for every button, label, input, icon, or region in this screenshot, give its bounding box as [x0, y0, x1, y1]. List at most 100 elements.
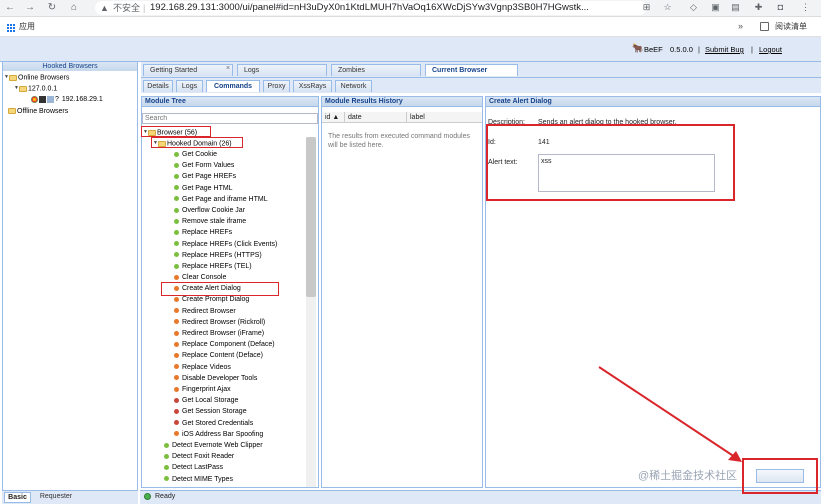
- module-label: Get Cookie: [182, 151, 218, 158]
- back-icon[interactable]: ←: [4, 2, 16, 14]
- highlight-browser-node: [141, 126, 211, 137]
- module-item[interactable]: Get Stored Credentials: [174, 419, 310, 430]
- module-label: Replace Content (Deface): [182, 352, 263, 360]
- module-item[interactable]: Redirect Browser (Rickroll): [174, 318, 310, 329]
- tab-basic[interactable]: Basic: [4, 492, 31, 503]
- forward-icon[interactable]: →: [24, 2, 36, 14]
- module-item[interactable]: Replace HREFs: [174, 228, 310, 239]
- module-label: Detect LastPass: [172, 464, 223, 472]
- module-item[interactable]: Replace HREFs (Click Events): [174, 240, 310, 251]
- column-date[interactable]: date: [348, 113, 362, 122]
- star-icon[interactable]: ☆: [662, 2, 673, 13]
- module-status-icon: [164, 442, 169, 448]
- module-label: Redirect Browser (Rickroll): [182, 318, 266, 326]
- module-item[interactable]: Replace Videos: [174, 363, 310, 374]
- tab-proxy[interactable]: Proxy: [263, 80, 290, 92]
- extension-icon[interactable]: ◇: [688, 2, 699, 13]
- module-label: Replace Component (Deface): [182, 341, 275, 349]
- tab-getting-started[interactable]: Getting Started: [143, 64, 233, 76]
- tab-current-browser[interactable]: Current Browser: [425, 64, 518, 76]
- module-label: Detect MIME Types: [172, 475, 233, 483]
- bookmarks-more-icon[interactable]: »: [738, 21, 743, 31]
- module-label: Fingerprint Ajax: [182, 385, 231, 393]
- column-id[interactable]: id ▲: [325, 113, 339, 122]
- folder-icon: [8, 108, 16, 115]
- tab-details[interactable]: Details: [143, 80, 173, 92]
- module-label: Replace HREFs (HTTPS): [182, 251, 262, 259]
- highlight-execute-button: [742, 458, 818, 494]
- tab-zombies[interactable]: Zombies: [331, 64, 421, 76]
- module-label: Overflow Cookie Jar: [182, 206, 246, 214]
- offline-browsers-node[interactable]: Offline Browsers: [8, 107, 68, 116]
- home-icon[interactable]: ⌂: [68, 2, 80, 14]
- module-label: Replace Videos: [182, 363, 231, 371]
- logout-link[interactable]: Logout: [759, 45, 782, 54]
- module-item[interactable]: Redirect Browser: [174, 307, 310, 318]
- module-item[interactable]: Get Cookie: [174, 150, 310, 161]
- security-label: 不安全: [113, 3, 141, 13]
- menu-icon[interactable]: ⋮: [800, 2, 811, 13]
- apps-icon[interactable]: [6, 23, 15, 32]
- translate-icon[interactable]: ⊞: [641, 2, 652, 13]
- host-node[interactable]: ▼ 127.0.0.1: [14, 84, 57, 93]
- module-status-icon: [174, 218, 179, 224]
- module-item[interactable]: Detect Foxit Reader: [164, 452, 304, 463]
- host-ip-label: 127.0.0.1: [28, 85, 58, 93]
- module-item[interactable]: Replace HREFs (HTTPS): [174, 251, 310, 262]
- online-browsers-node[interactable]: ▼ Online Browsers: [4, 73, 69, 82]
- column-label[interactable]: label: [410, 113, 425, 122]
- module-item[interactable]: Overflow Cookie Jar: [174, 206, 310, 217]
- tab-logs-sub[interactable]: Logs: [176, 80, 203, 92]
- puzzle-icon[interactable]: ✚: [753, 2, 764, 13]
- module-status-icon: [174, 252, 179, 258]
- module-item[interactable]: Get Page HTML: [174, 184, 310, 195]
- tab-search-icon[interactable]: ▣: [710, 2, 721, 13]
- module-item[interactable]: Replace HREFs (TEL): [174, 262, 310, 273]
- module-item[interactable]: Get Page HREFs: [174, 172, 310, 183]
- module-item[interactable]: Remove stale iframe: [174, 217, 310, 228]
- module-label: Redirect Browser: [182, 307, 236, 315]
- tab-logs[interactable]: Logs: [237, 64, 327, 76]
- module-search-input[interactable]: [142, 113, 318, 124]
- module-item[interactable]: Detect LastPass: [164, 463, 304, 474]
- tab-commands[interactable]: Commands: [206, 80, 260, 92]
- module-item[interactable]: Fingerprint Ajax: [174, 385, 310, 396]
- module-status-icon: [174, 386, 179, 392]
- tab-network[interactable]: Network: [335, 80, 372, 92]
- screenshot-icon[interactable]: ▤: [730, 2, 741, 13]
- module-label: Get Local Storage: [182, 397, 239, 405]
- apps-label[interactable]: 应用: [19, 22, 35, 32]
- tab-requester[interactable]: Requester: [34, 492, 78, 503]
- module-status-icon: [174, 420, 179, 426]
- tree-scroll-thumb[interactable]: [306, 137, 316, 297]
- module-item[interactable]: Get Form Values: [174, 161, 310, 172]
- module-item[interactable]: Detect MIME Types: [164, 475, 304, 486]
- module-item[interactable]: Get Page and iframe HTML: [174, 195, 310, 206]
- module-item[interactable]: iOS Address Bar Spoofing: [174, 430, 310, 441]
- url-text[interactable]: 192.168.29.131:3000/ui/panel#id=nH3uDyX0…: [150, 2, 630, 14]
- reading-list-icon[interactable]: [760, 22, 769, 31]
- module-item[interactable]: Disable Developer Tools: [174, 374, 310, 385]
- hooked-browser-item[interactable]: ? 192.168.29.1: [31, 95, 104, 104]
- module-item[interactable]: Get Session Storage: [174, 407, 310, 418]
- module-item[interactable]: Get Local Storage: [174, 396, 310, 407]
- module-item[interactable]: Create Prompt Dialog: [174, 295, 310, 306]
- module-item[interactable]: Replace Component (Deface): [174, 340, 310, 351]
- column-id-label: id: [325, 114, 331, 121]
- profile-icon[interactable]: ◘: [775, 2, 786, 13]
- module-status-icon: [164, 465, 169, 471]
- module-status-icon: [174, 151, 179, 157]
- reload-icon[interactable]: ↻: [46, 2, 58, 14]
- tab-close-icon[interactable]: ×: [226, 65, 230, 72]
- tab-xssrays[interactable]: XssRays: [293, 80, 332, 92]
- reading-list-label[interactable]: 阅读清单: [775, 22, 807, 32]
- submit-bug-link[interactable]: Submit Bug: [705, 45, 744, 54]
- module-label: Get Form Values: [182, 162, 235, 170]
- module-item[interactable]: Redirect Browser (iFrame): [174, 329, 310, 340]
- module-label: iOS Address Bar Spoofing: [182, 430, 264, 438]
- online-browsers-label: Online Browsers: [18, 74, 70, 82]
- module-status-icon: [174, 196, 179, 202]
- alert-dialog-title: Create Alert Dialog: [486, 97, 820, 107]
- module-item[interactable]: Detect Evernote Web Clipper: [164, 441, 304, 452]
- module-item[interactable]: Replace Content (Deface): [174, 351, 310, 362]
